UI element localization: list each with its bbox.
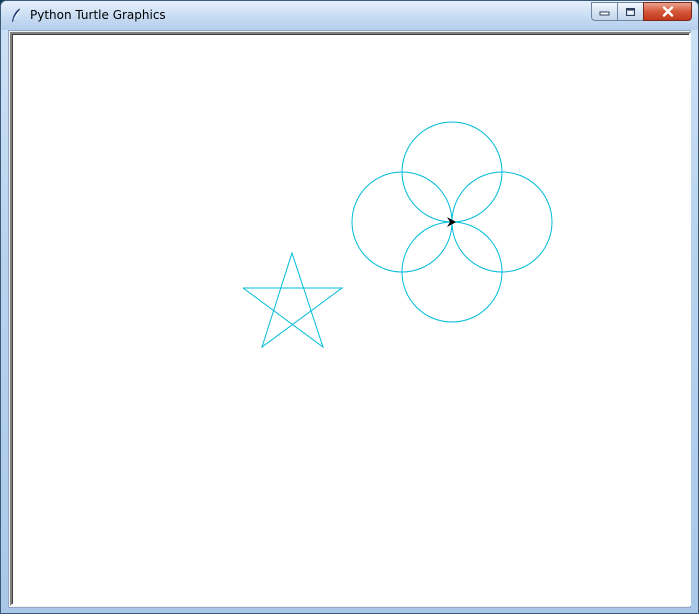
turtle-window: Python Turtle Graphics [0,0,699,614]
circle-right [451,171,553,273]
maximize-button[interactable] [617,2,644,21]
title-bar[interactable]: Python Turtle Graphics [1,1,698,30]
minimize-icon [599,11,610,15]
circle-top [401,121,503,223]
close-button[interactable] [643,2,692,21]
turtle-canvas-area[interactable] [12,34,689,604]
circle-bottom [401,221,503,323]
close-icon [662,6,673,17]
window-title: Python Turtle Graphics [30,8,166,22]
circle-left [351,171,453,273]
turtle-canvas[interactable] [13,35,690,605]
maximize-icon [626,7,635,16]
turtle-canvas-frame [10,32,691,606]
feather-icon [12,7,22,22]
minimize-button[interactable] [591,2,618,21]
star-shape [242,251,344,349]
